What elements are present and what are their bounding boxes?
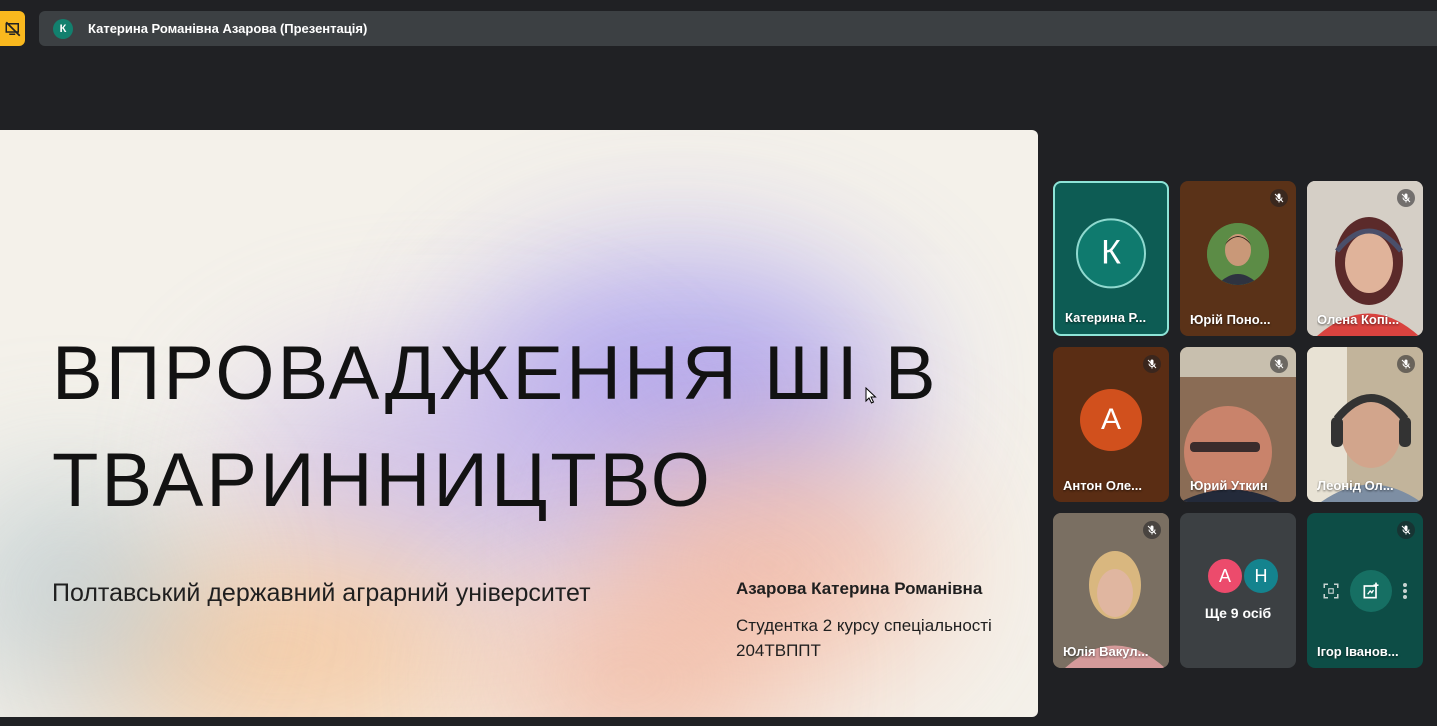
presenter-badge: К <box>53 18 73 39</box>
presentation-header: К Катерина Романівна Азарова (Презентаці… <box>39 11 1437 46</box>
participant-name: Юлія Вакул... <box>1063 644 1149 659</box>
mouse-cursor-icon <box>865 387 877 404</box>
presentation-title: Катерина Романівна Азарова (Презентація) <box>88 21 368 36</box>
slide-student-line: 204ТВППТ <box>736 641 821 660</box>
slide-student-line: Студентка 2 курсу спеціальності <box>736 616 992 635</box>
slide-university: Полтавський державний аграрний університ… <box>52 579 591 607</box>
participant-tile[interactable]: А Антон Оле... <box>1053 347 1169 502</box>
present-button[interactable] <box>0 11 25 46</box>
slide-author: Азарова Катерина Романівна <box>736 579 983 598</box>
slide-heading-line: ВПРОВАДЖЕННЯ ШІ В <box>52 331 939 416</box>
slide-student-info: Студентка 2 курсу спеціальності 204ТВППТ <box>736 613 1026 663</box>
participant-tile[interactable]: Ігор Іванов... <box>1307 513 1423 668</box>
avatar: А <box>1080 388 1142 451</box>
participant-tile[interactable]: Леонід Ол... <box>1307 347 1423 502</box>
mic-off-icon <box>1143 355 1161 373</box>
mic-off-icon <box>1270 189 1288 207</box>
participant-tile[interactable]: Юрий Уткин <box>1180 347 1296 502</box>
more-participants-tile[interactable]: А Н Ще 9 осіб <box>1180 513 1296 668</box>
avatar: К <box>1076 217 1146 288</box>
mic-off-icon <box>1270 355 1288 373</box>
presentation-slide: ВПРОВАДЖЕННЯ ШІ В ТВАРИННИЦТВО Полтавськи… <box>0 130 1038 717</box>
fullscreen-frame-icon[interactable] <box>1322 582 1340 600</box>
participant-tile[interactable]: Олена Копі... <box>1307 181 1423 336</box>
slide-heading: ВПРОВАДЖЕННЯ ШІ В ТВАРИННИЦТВО <box>52 320 939 534</box>
participant-name: Антон Оле... <box>1063 478 1142 493</box>
mic-off-icon <box>1397 521 1415 539</box>
avatar <box>1207 222 1269 285</box>
participant-tile[interactable]: К Катерина Р... <box>1053 181 1169 336</box>
tile-hover-tools <box>1317 570 1413 612</box>
participant-name: Юрий Уткин <box>1190 478 1268 493</box>
participant-tile[interactable]: Юлія Вакул... <box>1053 513 1169 668</box>
pin-icon <box>1363 582 1379 599</box>
avatar: Н <box>1242 557 1280 595</box>
participant-name: Катерина Р... <box>1065 310 1147 325</box>
mic-off-icon <box>1397 189 1415 207</box>
pin-button[interactable] <box>1350 570 1392 612</box>
participant-name: Юрій Поно... <box>1190 312 1271 327</box>
mic-off-icon <box>1143 521 1161 539</box>
participant-name: Олена Копі... <box>1317 312 1400 327</box>
mic-off-icon <box>1397 355 1415 373</box>
participant-name: Леонід Ол... <box>1317 478 1394 493</box>
participant-tile[interactable]: Юрій Поно... <box>1180 181 1296 336</box>
participant-name: Ігор Іванов... <box>1317 644 1399 659</box>
avatar: А <box>1206 557 1244 595</box>
more-participants-label: Ще 9 осіб <box>1204 605 1272 621</box>
more-vert-icon[interactable] <box>1402 582 1408 600</box>
slide-heading-line: ТВАРИННИЦТВО <box>52 438 713 523</box>
present-to-all-icon <box>5 21 20 36</box>
more-participants-avatars: А Н <box>1206 557 1280 595</box>
